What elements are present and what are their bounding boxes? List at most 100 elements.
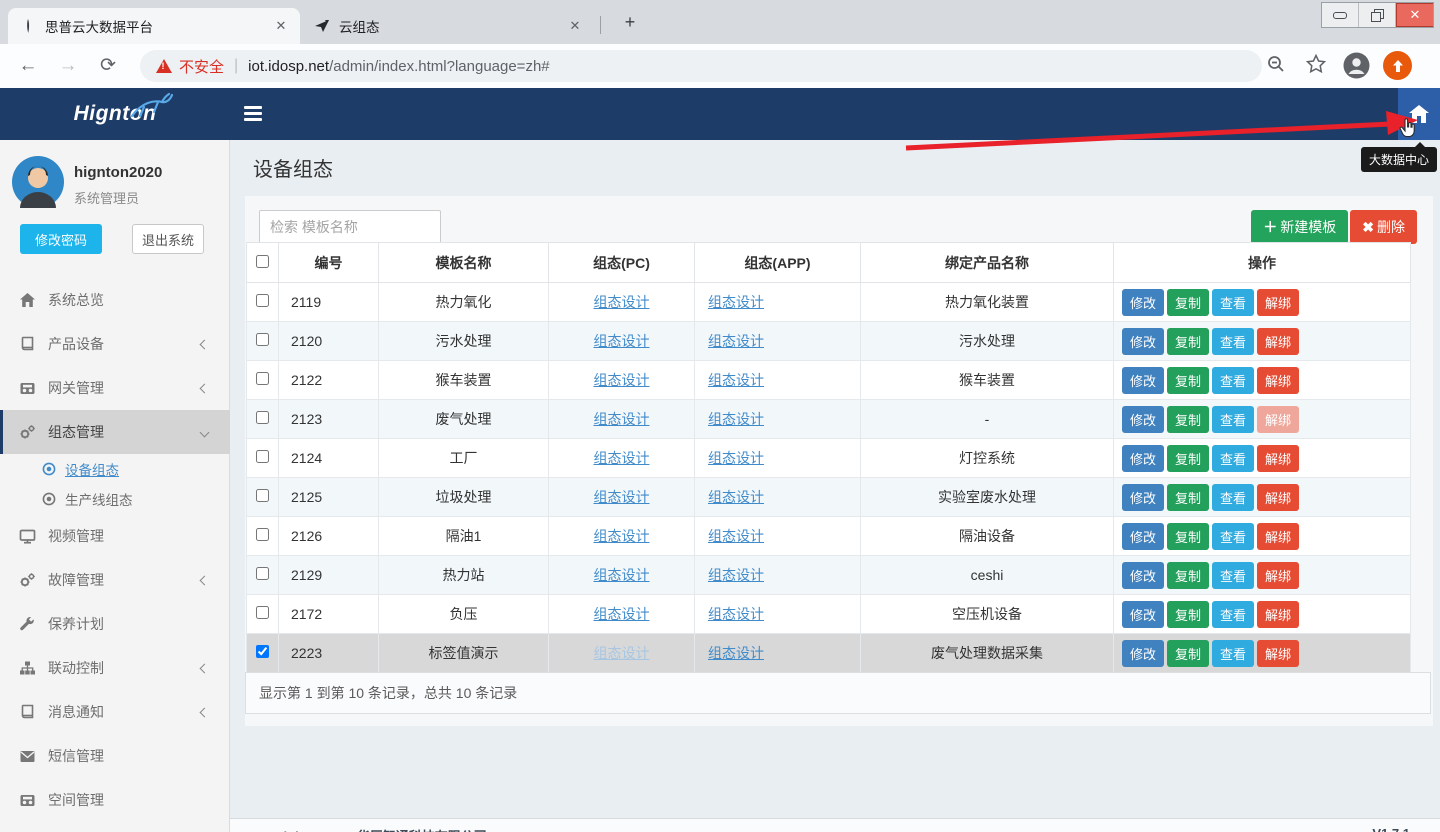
copy-button[interactable]: 复制 bbox=[1167, 523, 1209, 550]
sidebar-item-1[interactable]: 产品设备 bbox=[0, 322, 230, 366]
config-design-pc-link[interactable]: 组态设计 bbox=[594, 645, 650, 661]
unbind-button[interactable]: 解绑 bbox=[1257, 289, 1299, 316]
modify-button[interactable]: 修改 bbox=[1122, 367, 1164, 394]
address-bar[interactable]: 不安全 | iot.idosp.net /admin/index.html?la… bbox=[140, 50, 1262, 82]
select-all-checkbox[interactable] bbox=[256, 255, 269, 268]
copy-button[interactable]: 复制 bbox=[1167, 484, 1209, 511]
config-design-app-link[interactable]: 组态设计 bbox=[708, 450, 764, 466]
sidebar-item-0[interactable]: 系统总览 bbox=[0, 278, 230, 322]
modify-button[interactable]: 修改 bbox=[1122, 484, 1164, 511]
window-restore-button[interactable] bbox=[1359, 3, 1396, 27]
config-design-app-link[interactable]: 组态设计 bbox=[708, 606, 764, 622]
hamburger-menu-button[interactable] bbox=[244, 106, 262, 121]
modify-button[interactable]: 修改 bbox=[1122, 406, 1164, 433]
sidebar-item-3[interactable]: 组态管理 bbox=[0, 410, 230, 454]
table-row-2120[interactable]: 2120污水处理组态设计组态设计污水处理修改复制查看解绑 bbox=[247, 322, 1411, 361]
sidebar-subitem-3-0[interactable]: 设备组态 bbox=[0, 454, 230, 484]
sidebar-item-4[interactable]: 视频管理 bbox=[0, 514, 230, 558]
config-design-app-link[interactable]: 组态设计 bbox=[708, 411, 764, 427]
view-button[interactable]: 查看 bbox=[1212, 484, 1254, 511]
view-button[interactable]: 查看 bbox=[1212, 640, 1254, 667]
new-template-button[interactable]: ＋新建模板 bbox=[1251, 210, 1348, 244]
table-row-2129[interactable]: 2129热力站组态设计组态设计ceshi修改复制查看解绑 bbox=[247, 556, 1411, 595]
config-design-app-link[interactable]: 组态设计 bbox=[708, 528, 764, 544]
sidebar-item-2[interactable]: 网关管理 bbox=[0, 366, 230, 410]
unbind-button[interactable]: 解绑 bbox=[1257, 601, 1299, 628]
view-button[interactable]: 查看 bbox=[1212, 601, 1254, 628]
table-row-2125[interactable]: 2125垃圾处理组态设计组态设计实验室废水处理修改复制查看解绑 bbox=[247, 478, 1411, 517]
copy-button[interactable]: 复制 bbox=[1167, 640, 1209, 667]
sidebar-item-7[interactable]: 联动控制 bbox=[0, 646, 230, 690]
bigdata-home-button[interactable] bbox=[1398, 88, 1440, 140]
view-button[interactable]: 查看 bbox=[1212, 289, 1254, 316]
row-checkbox[interactable] bbox=[256, 567, 269, 580]
copy-button[interactable]: 复制 bbox=[1167, 562, 1209, 589]
view-button[interactable]: 查看 bbox=[1212, 523, 1254, 550]
copy-button[interactable]: 复制 bbox=[1167, 367, 1209, 394]
zoom-out-indicator-icon[interactable] bbox=[1264, 54, 1288, 78]
table-row-2122[interactable]: 2122猴车装置组态设计组态设计猴车装置修改复制查看解绑 bbox=[247, 361, 1411, 400]
modify-button[interactable]: 修改 bbox=[1122, 640, 1164, 667]
sidebar-subitem-3-1[interactable]: 生产线组态 bbox=[0, 484, 230, 514]
forward-button[interactable]: → bbox=[56, 54, 80, 78]
row-checkbox[interactable] bbox=[256, 489, 269, 502]
config-design-pc-link[interactable]: 组态设计 bbox=[594, 294, 650, 310]
row-checkbox[interactable] bbox=[256, 411, 269, 424]
unbind-button[interactable]: 解绑 bbox=[1257, 523, 1299, 550]
row-checkbox[interactable] bbox=[256, 645, 269, 658]
config-design-pc-link[interactable]: 组态设计 bbox=[594, 411, 650, 427]
row-checkbox[interactable] bbox=[256, 450, 269, 463]
unbind-button[interactable]: 解绑 bbox=[1257, 328, 1299, 355]
unbind-button[interactable]: 解绑 bbox=[1257, 640, 1299, 667]
config-design-app-link[interactable]: 组态设计 bbox=[708, 294, 764, 310]
view-button[interactable]: 查看 bbox=[1212, 367, 1254, 394]
change-password-button[interactable]: 修改密码 bbox=[20, 224, 102, 254]
table-row-2126[interactable]: 2126隔油1组态设计组态设计隔油设备修改复制查看解绑 bbox=[247, 517, 1411, 556]
copy-button[interactable]: 复制 bbox=[1167, 445, 1209, 472]
table-row-2123[interactable]: 2123废气处理组态设计组态设计-修改复制查看解绑 bbox=[247, 400, 1411, 439]
table-row-2124[interactable]: 2124工厂组态设计组态设计灯控系统修改复制查看解绑 bbox=[247, 439, 1411, 478]
sidebar-item-5[interactable]: 故障管理 bbox=[0, 558, 230, 602]
unbind-button[interactable]: 解绑 bbox=[1257, 562, 1299, 589]
back-button[interactable]: ← bbox=[16, 54, 40, 78]
window-minimize-button[interactable] bbox=[1322, 3, 1359, 27]
delete-button[interactable]: ✖删除 bbox=[1350, 210, 1417, 244]
modify-button[interactable]: 修改 bbox=[1122, 601, 1164, 628]
copy-button[interactable]: 复制 bbox=[1167, 601, 1209, 628]
view-button[interactable]: 查看 bbox=[1212, 406, 1254, 433]
config-design-app-link[interactable]: 组态设计 bbox=[708, 372, 764, 388]
browser-tab-active[interactable]: 思普云大数据平台 ✕ bbox=[8, 8, 300, 44]
view-button[interactable]: 查看 bbox=[1212, 562, 1254, 589]
browser-profile-avatar[interactable] bbox=[1343, 52, 1370, 79]
bookmark-star-icon[interactable] bbox=[1304, 54, 1328, 78]
sidebar-item-9[interactable]: 短信管理 bbox=[0, 734, 230, 778]
sidebar-item-6[interactable]: 保养计划 bbox=[0, 602, 230, 646]
modify-button[interactable]: 修改 bbox=[1122, 328, 1164, 355]
config-design-pc-link[interactable]: 组态设计 bbox=[594, 489, 650, 505]
modify-button[interactable]: 修改 bbox=[1122, 523, 1164, 550]
modify-button[interactable]: 修改 bbox=[1122, 562, 1164, 589]
sidebar-item-10[interactable]: 空间管理 bbox=[0, 778, 230, 822]
browser-tab-inactive[interactable]: 云组态 ✕ bbox=[302, 8, 594, 44]
config-design-pc-link[interactable]: 组态设计 bbox=[594, 528, 650, 544]
logout-button[interactable]: 退出系统 bbox=[132, 224, 204, 254]
reload-button[interactable]: ⟳ bbox=[96, 54, 120, 78]
tab2-close-icon[interactable]: ✕ bbox=[566, 17, 584, 35]
modify-button[interactable]: 修改 bbox=[1122, 445, 1164, 472]
config-design-pc-link[interactable]: 组态设计 bbox=[594, 450, 650, 466]
sidebar-item-8[interactable]: 消息通知 bbox=[0, 690, 230, 734]
unbind-button[interactable]: 解绑 bbox=[1257, 484, 1299, 511]
unbind-button[interactable]: 解绑 bbox=[1257, 367, 1299, 394]
config-design-app-link[interactable]: 组态设计 bbox=[708, 489, 764, 505]
search-input[interactable] bbox=[259, 210, 441, 244]
window-close-button[interactable]: ✕ bbox=[1396, 3, 1433, 27]
modify-button[interactable]: 修改 bbox=[1122, 289, 1164, 316]
config-design-pc-link[interactable]: 组态设计 bbox=[594, 333, 650, 349]
row-checkbox[interactable] bbox=[256, 372, 269, 385]
table-row-2223[interactable]: 2223标签值演示组态设计组态设计废气处理数据采集修改复制查看解绑 bbox=[247, 634, 1411, 673]
row-checkbox[interactable] bbox=[256, 606, 269, 619]
copy-button[interactable]: 复制 bbox=[1167, 406, 1209, 433]
unbind-button[interactable]: 解绑 bbox=[1257, 406, 1299, 433]
copy-button[interactable]: 复制 bbox=[1167, 328, 1209, 355]
view-button[interactable]: 查看 bbox=[1212, 328, 1254, 355]
